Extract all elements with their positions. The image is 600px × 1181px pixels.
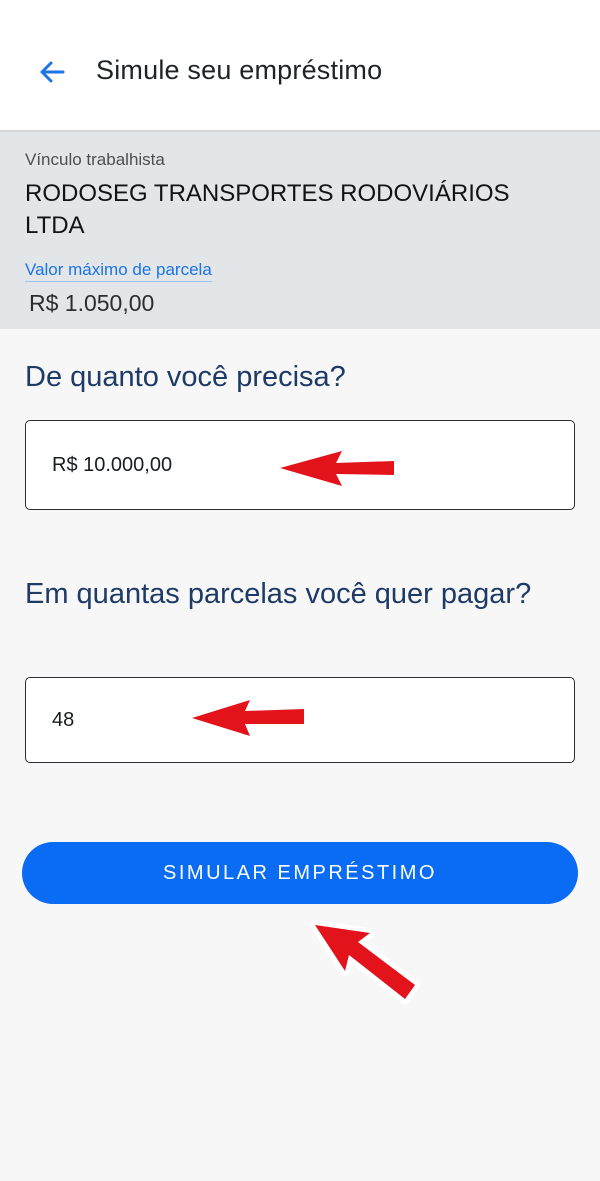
back-button[interactable]	[30, 50, 74, 94]
installments-input[interactable]	[52, 708, 574, 732]
max-installment-value: R$ 1.050,00	[29, 290, 155, 316]
annotation-arrow-icon	[280, 451, 394, 486]
installments-question: Em quantas parcelas você quer pagar?	[25, 578, 532, 610]
amount-question: De quanto você precisa?	[25, 361, 346, 393]
max-installment-link[interactable]: Valor máximo de parcela	[25, 260, 212, 282]
employer-name: RODOSEG TRANSPORTES RODOVIÁRIOS LTDA	[25, 180, 510, 239]
employment-label: Vínculo trabalhista	[25, 150, 165, 169]
simulate-loan-button[interactable]: SIMULAR EMPRÉSTIMO	[22, 842, 578, 904]
annotation-arrow-icon	[192, 700, 304, 736]
arrow-left-icon	[40, 61, 65, 83]
app-header: Simule seu empréstimo	[0, 0, 600, 132]
page-title: Simule seu empréstimo	[96, 55, 383, 85]
annotation-arrow-icon	[310, 920, 420, 1004]
